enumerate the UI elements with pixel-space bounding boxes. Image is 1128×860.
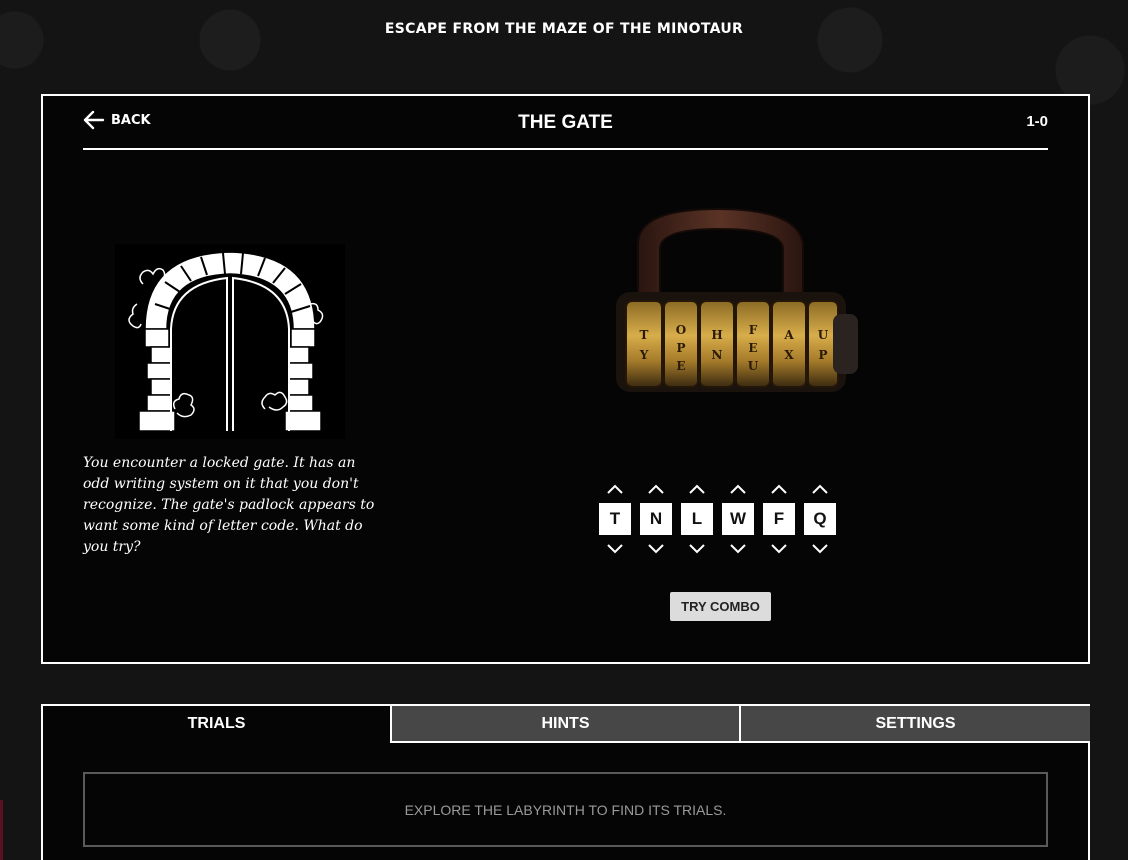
dial-5: F [763,479,795,559]
dial-letter: Q [804,503,836,535]
puzzle-description: You encounter a locked gate. It has an o… [83,455,375,555]
tab-hints[interactable]: HINTS [390,706,739,743]
puzzle-header: BACK THE GATE 1-0 [83,96,1048,150]
chevron-up-icon[interactable] [763,479,795,499]
chevron-down-icon[interactable] [722,539,754,559]
svg-text:X: X [784,348,794,362]
dial-4: W [722,479,754,559]
combination-dials: T N L W F Q [599,479,836,559]
chevron-down-icon[interactable] [804,539,836,559]
svg-text:O: O [676,323,686,337]
chevron-down-icon[interactable] [681,539,713,559]
tab-trials[interactable]: TRIALS [43,706,390,741]
chevron-down-icon[interactable] [640,539,672,559]
chevron-down-icon[interactable] [599,539,631,559]
chevron-up-icon[interactable] [681,479,713,499]
puzzle-panel: BACK THE GATE 1-0 You encounter a locked… [41,94,1090,664]
dial-2: N [640,479,672,559]
dial-1: T [599,479,631,559]
dial-letter: L [681,503,713,535]
svg-text:P: P [676,341,685,355]
left-edge-accent [0,800,3,860]
site-title: ESCAPE FROM THE MAZE OF THE MINOTAUR [384,21,744,37]
dial-letter: T [599,503,631,535]
chevron-up-icon[interactable] [722,479,754,499]
svg-text:F: F [749,323,758,337]
chevron-up-icon[interactable] [804,479,836,499]
svg-text:Y: Y [639,348,649,362]
dial-letter: F [763,503,795,535]
gate-illustration [115,244,345,439]
bottom-tabs-panel: TRIALS HINTS SETTINGS EXPLORE THE LABYRI… [41,704,1090,860]
try-combo-button[interactable]: TRY COMBO [670,592,771,621]
svg-text:A: A [783,328,794,342]
svg-text:H: H [711,328,722,342]
dial-3: L [681,479,713,559]
svg-text:E: E [676,359,685,373]
svg-text:T: T [640,328,649,342]
dial-letter: N [640,503,672,535]
chevron-up-icon[interactable] [640,479,672,499]
chevron-down-icon[interactable] [763,539,795,559]
dial-letter: W [722,503,754,535]
tab-settings[interactable]: SETTINGS [739,706,1090,743]
padlock-illustration: TY OPE HN FEU AX UP [578,204,868,409]
page-title: THE GATE [518,112,613,133]
svg-text:U: U [748,359,759,373]
level-number: 1-0 [1026,113,1048,130]
trials-empty-message: EXPLORE THE LABYRINTH TO FIND ITS TRIALS… [83,772,1048,847]
svg-text:E: E [748,341,757,355]
svg-text:U: U [818,328,829,342]
svg-text:N: N [712,348,723,362]
svg-text:P: P [818,348,827,362]
chevron-up-icon[interactable] [599,479,631,499]
dial-6: Q [804,479,836,559]
